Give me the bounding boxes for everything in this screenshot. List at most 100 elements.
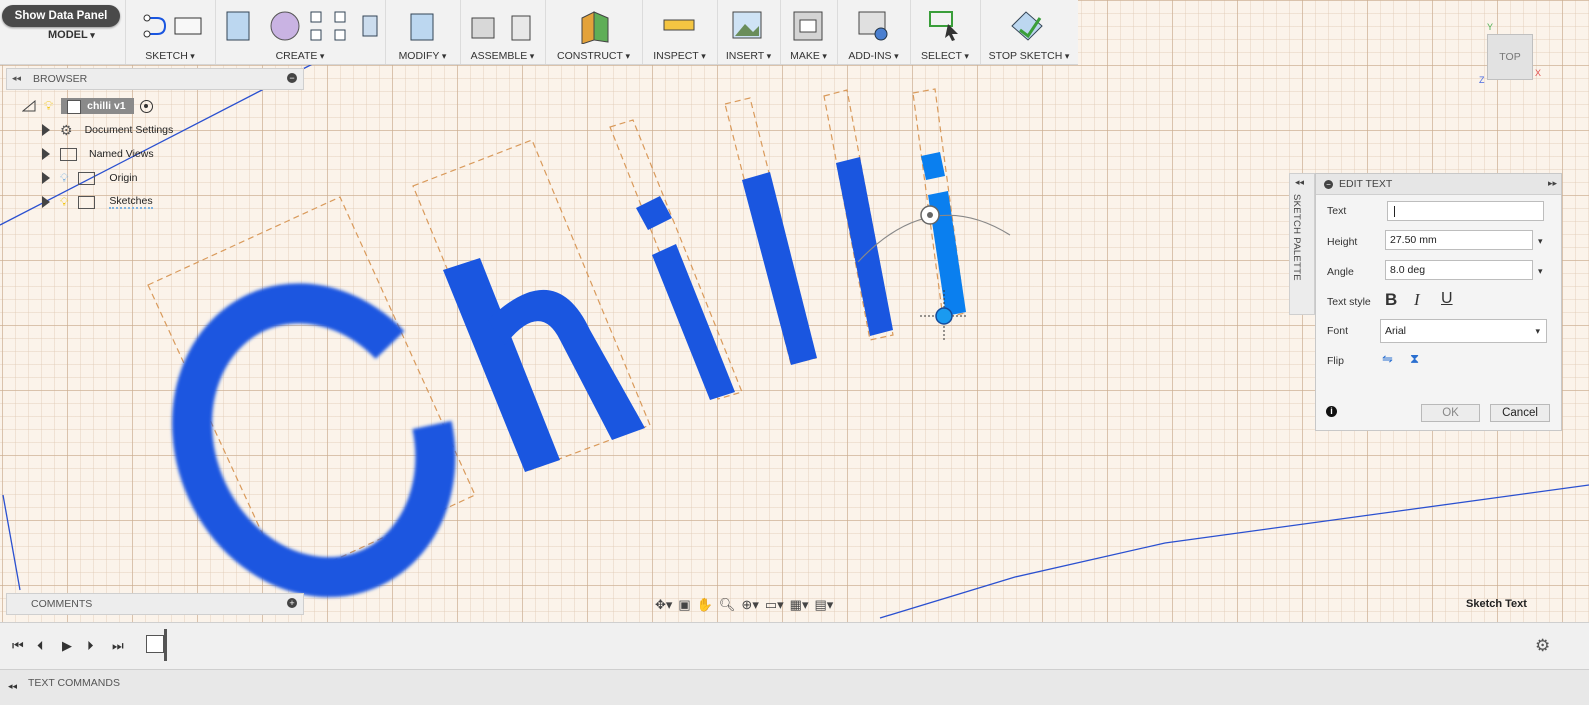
flip-label: Flip — [1327, 355, 1344, 367]
view-cube[interactable]: TOP — [1487, 34, 1533, 80]
visibility-bulb-icon[interactable]: 💡︎ — [60, 171, 68, 186]
play-icon[interactable]: ▶ — [62, 638, 72, 654]
toolbar-group-select[interactable]: SELECT — [910, 0, 981, 64]
toolbar-stop-sketch-label: STOP SKETCH — [980, 50, 1078, 62]
toolbar-assemble-label: ASSEMBLE — [460, 50, 545, 62]
step-back-icon[interactable]: ⏴ — [37, 638, 44, 654]
toolbar-group-insert[interactable]: INSERT — [717, 0, 781, 64]
folder-icon — [78, 171, 96, 185]
browser-panel-header: ◂◂ BROWSER − — [6, 68, 304, 90]
bold-button[interactable]: B — [1385, 290, 1397, 310]
step-forward-icon[interactable]: ⏵ — [87, 638, 94, 654]
expand-triangle-icon[interactable] — [42, 172, 50, 184]
glyph-c — [172, 283, 456, 598]
main-toolbar: MODEL SKETCH CREATE MODIFY ASSEMBLE CONS… — [0, 0, 1078, 65]
font-select[interactable]: Arial ▾ — [1380, 319, 1547, 343]
angle-dropdown-icon[interactable]: ▾ — [1538, 266, 1543, 277]
toolbar-group-create[interactable]: CREATE — [215, 0, 386, 64]
show-data-panel-button[interactable]: Show Data Panel — [2, 5, 120, 27]
axis-z-label: Z — [1479, 75, 1485, 85]
glyph-i1-dot — [636, 196, 672, 230]
grid-settings-icon[interactable]: ▦▾ — [790, 597, 809, 613]
folder-icon — [78, 195, 96, 209]
edit-text-dialog: − EDIT TEXT ▸▸ Text Height 27.50 mm ▾ An… — [1315, 173, 1562, 431]
text-label: Text — [1327, 205, 1347, 217]
look-at-icon[interactable]: ▣ — [678, 597, 690, 613]
insert-image-icon — [732, 11, 762, 39]
flip-horizontal-icon[interactable]: ⇋ — [1382, 351, 1393, 367]
timeline-bar: ⏮ ⏴ ▶ ⏵ ⏭ ⚙ — [0, 622, 1589, 670]
assemble-icon — [471, 15, 531, 41]
view-cube-face: TOP — [1499, 51, 1521, 63]
underline-button[interactable]: U — [1441, 290, 1453, 308]
toolbar-group-assemble[interactable]: ASSEMBLE — [460, 0, 546, 64]
workspace-switcher[interactable]: MODEL — [48, 29, 95, 41]
text-input[interactable] — [1387, 201, 1544, 221]
comments-expand-icon[interactable]: + — [287, 598, 297, 608]
component-icon — [67, 100, 82, 114]
visibility-bulb-icon[interactable]: 💡︎ — [60, 195, 68, 210]
text-commands-label[interactable]: TEXT COMMANDS — [28, 677, 120, 689]
italic-button[interactable]: I — [1414, 290, 1420, 310]
move-handle[interactable] — [935, 307, 953, 325]
height-dropdown-icon[interactable]: ▾ — [1538, 236, 1543, 247]
toolbar-group-inspect[interactable]: INSPECT — [642, 0, 718, 64]
browser-item-label: Sketches — [109, 195, 153, 209]
browser-title: BROWSER — [33, 73, 88, 85]
text-commands-collapse-icon[interactable]: ◂◂ — [8, 681, 17, 692]
sketch-palette-label: SKETCH PALETTE — [1291, 194, 1302, 281]
go-to-start-icon[interactable]: ⏮ — [12, 638, 24, 654]
browser-item-label: Named Views — [89, 148, 154, 160]
go-to-end-icon[interactable]: ⏭ — [112, 638, 124, 654]
toolbar-inspect-label: INSPECT — [642, 50, 717, 62]
height-input[interactable]: 27.50 mm — [1385, 230, 1533, 250]
toolbar-group-stop-sketch[interactable]: STOP SKETCH — [980, 0, 1078, 64]
height-value: 27.50 mm — [1390, 234, 1437, 246]
browser-item-sketches[interactable]: 💡︎ Sketches — [42, 192, 153, 212]
angle-input[interactable]: 8.0 deg — [1385, 260, 1533, 280]
browser-root-item[interactable]: 💡︎ chilli v1 — [22, 96, 153, 116]
modify-icon — [410, 13, 434, 41]
construction-line — [2, 494, 21, 591]
expand-triangle-icon[interactable] — [42, 148, 50, 160]
sketch-feature-icon[interactable] — [146, 635, 164, 653]
browser-item-origin[interactable]: 💡︎ Origin — [42, 168, 137, 188]
cancel-button[interactable]: Cancel — [1490, 404, 1550, 422]
sketch-palette-tab[interactable]: ◂◂ SKETCH PALETTE — [1289, 173, 1315, 315]
dialog-expand-icon[interactable]: ▸▸ — [1548, 178, 1557, 189]
font-value: Arial — [1385, 325, 1407, 337]
expanded-triangle-icon[interactable] — [22, 100, 36, 112]
timeline-marker[interactable] — [164, 629, 167, 661]
angle-label: Angle — [1327, 266, 1354, 278]
orbit-icon[interactable]: ✥▾ — [655, 597, 672, 613]
dialog-minus-icon[interactable]: − — [1324, 179, 1333, 189]
toolbar-group-sketch[interactable]: SKETCH — [125, 0, 216, 64]
visibility-bulb-icon[interactable]: 💡︎ — [44, 98, 53, 114]
toolbar-group-make[interactable]: MAKE — [780, 0, 838, 64]
pan-icon[interactable]: ✋ — [697, 597, 713, 613]
zoom-icon[interactable]: 🔍︎ — [719, 597, 736, 613]
stop-sketch-icon — [1011, 11, 1043, 41]
toolbar-group-construct[interactable]: CONSTRUCT — [545, 0, 643, 64]
toolbar-group-addins[interactable]: ADD-INS — [837, 0, 911, 64]
ok-button[interactable]: OK — [1421, 404, 1480, 422]
zoom-window-icon[interactable]: ⊕▾ — [741, 597, 758, 613]
palette-collapse-icon[interactable]: ◂◂ — [1295, 177, 1304, 188]
3d-print-icon — [793, 11, 823, 41]
display-settings-icon[interactable]: ▭▾ — [765, 597, 784, 613]
info-icon[interactable]: i — [1326, 406, 1337, 417]
flip-vertical-icon[interactable]: ⧗ — [1410, 351, 1419, 367]
browser-minimize-icon[interactable]: − — [287, 73, 297, 83]
activate-radio-icon[interactable] — [139, 99, 153, 113]
expand-triangle-icon[interactable] — [42, 196, 50, 208]
measure-ruler-icon — [663, 19, 695, 31]
glyph-l1 — [742, 172, 817, 365]
toolbar-group-modify[interactable]: MODIFY — [385, 0, 461, 64]
browser-item-named-views[interactable]: Named Views — [42, 144, 154, 164]
expand-triangle-icon[interactable] — [42, 124, 50, 136]
browser-collapse-icon[interactable]: ◂◂ — [12, 73, 21, 84]
browser-item-document-settings[interactable]: ⚙ Document Settings — [42, 120, 173, 140]
timeline-settings-gear-icon[interactable]: ⚙ — [1535, 636, 1550, 656]
edit-text-title: EDIT TEXT — [1339, 178, 1393, 190]
viewports-icon[interactable]: ▤▾ — [814, 597, 833, 613]
